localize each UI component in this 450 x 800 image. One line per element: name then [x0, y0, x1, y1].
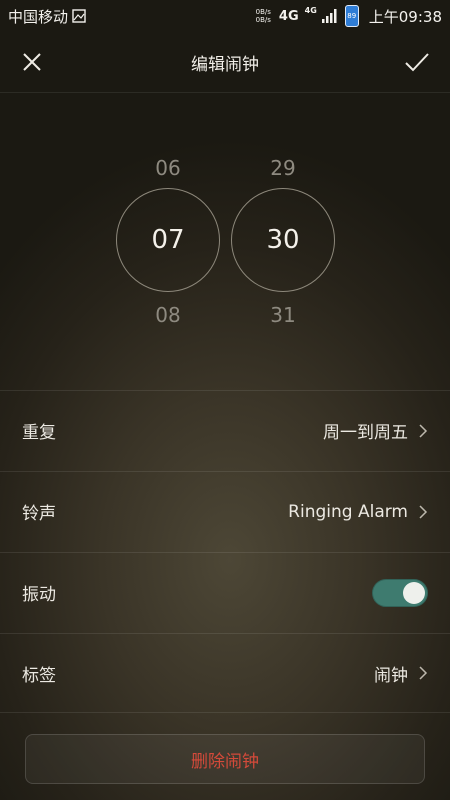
minute-next[interactable]: 31: [231, 303, 335, 327]
check-icon[interactable]: [404, 50, 430, 74]
close-icon[interactable]: [20, 50, 44, 74]
delete-alarm-button[interactable]: 删除闹钟: [25, 734, 425, 784]
net-speed-up: 0B/s: [255, 8, 271, 16]
status-bar: 中国移动 0B/s 0B/s 4G 4G 89 上午09:38: [0, 0, 450, 32]
time-picker: 06 07 08 29 30 31: [0, 92, 450, 390]
hour-value: 07: [151, 225, 185, 255]
tag-right: 闹钟: [374, 661, 428, 686]
ringtone-right: Ringing Alarm: [288, 502, 428, 522]
status-time: 上午09:38: [368, 7, 442, 26]
toggle-knob: [403, 581, 425, 604]
ringtone-value: Ringing Alarm: [288, 501, 408, 522]
minute-selected[interactable]: 30: [231, 188, 335, 292]
repeat-label: 重复: [22, 423, 56, 443]
status-left: 中国移动: [8, 6, 86, 27]
carrier-name: 中国移动: [8, 7, 69, 26]
chevron-right-icon: [419, 504, 428, 519]
chevron-right-icon: [419, 666, 428, 680]
repeat-value: 周一到周五: [323, 423, 408, 443]
vibrate-row: 振动: [0, 552, 450, 632]
battery-level: 89: [347, 12, 357, 20]
delete-alarm-label: 删除闹钟: [191, 751, 259, 772]
network-type-1: 4G: [278, 8, 299, 24]
minute-prev[interactable]: 29: [231, 156, 335, 180]
hour-next[interactable]: 08: [116, 303, 220, 327]
title-bar: 编辑闹钟: [0, 32, 450, 93]
vibrate-label: 振动: [22, 585, 56, 605]
hour-prev[interactable]: 06: [116, 156, 220, 180]
battery-icon: 89: [344, 5, 359, 27]
repeat-right: 周一到周五: [323, 418, 428, 443]
image-notification-icon: [72, 9, 86, 23]
vibrate-toggle[interactable]: [372, 578, 428, 607]
page-title: 编辑闹钟: [191, 54, 259, 75]
minute-value: 30: [266, 225, 300, 255]
hour-selected[interactable]: 07: [116, 188, 220, 292]
chevron-right-icon: [419, 423, 428, 438]
signal-icon: [321, 9, 337, 23]
network-type-2: 4G: [304, 5, 317, 15]
ringtone-row[interactable]: 铃声 Ringing Alarm: [0, 471, 450, 551]
status-right: 0B/s 0B/s 4G 4G 89 上午09:38: [256, 5, 442, 27]
repeat-row[interactable]: 重复 周一到周五: [0, 390, 450, 470]
ringtone-label: 铃声: [22, 504, 56, 524]
tag-value: 闹钟: [374, 665, 408, 686]
net-speed: 0B/s 0B/s: [256, 8, 271, 24]
net-speed-down: 0B/s: [255, 16, 271, 24]
tag-row[interactable]: 标签 闹钟: [0, 633, 450, 713]
tag-label: 标签: [22, 665, 56, 686]
